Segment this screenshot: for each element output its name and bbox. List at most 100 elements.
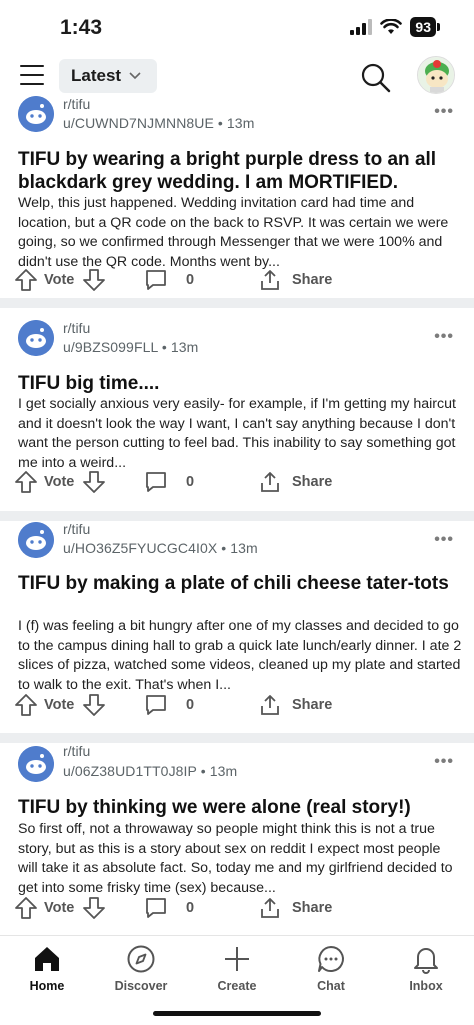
downvote-icon[interactable]	[82, 896, 106, 920]
downvote-icon[interactable]	[82, 470, 106, 494]
subreddit-name[interactable]: r/tifu	[63, 320, 90, 336]
nav-chat-label: Chat	[317, 979, 345, 993]
post-card[interactable]: r/tifu u/HO36Z5FYUCGC4I0X • 13m ••• TIFU…	[0, 521, 474, 733]
post-actions: Vote 0 Share	[0, 893, 474, 923]
post-title[interactable]: TIFU by wearing a bright purple dress to…	[18, 148, 460, 194]
plus-icon	[225, 947, 249, 971]
nav-home-label: Home	[29, 979, 65, 993]
share-label: Share	[292, 697, 333, 713]
post-card[interactable]: r/tifu u/9BZS099FLL • 13m ••• TIFU big t…	[0, 308, 474, 511]
search-icon[interactable]	[360, 62, 392, 94]
comment-icon	[146, 898, 166, 918]
subreddit-icon[interactable]	[18, 96, 54, 132]
bottom-nav: Home Discover Create Chat Inbox	[0, 935, 474, 1025]
post-divider	[0, 298, 474, 308]
upvote-icon[interactable]	[14, 470, 38, 494]
nav-inbox-label: Inbox	[409, 979, 443, 993]
status-bar: 1:43 93	[0, 0, 474, 56]
downvote-icon[interactable]	[82, 268, 106, 292]
comment-count: 0	[186, 697, 195, 713]
post-divider	[0, 733, 474, 743]
comment-icon	[146, 472, 166, 492]
comments-button[interactable]: 0	[144, 467, 194, 497]
post-divider	[0, 511, 474, 521]
feed-sort-label: Latest	[71, 66, 122, 85]
comment-count: 0	[186, 900, 195, 916]
battery-indicator: 93	[410, 17, 440, 37]
share-button[interactable]: Share	[258, 893, 332, 923]
post-card[interactable]: r/tifu u/CUWND7NJMNN8UE • 13m ••• TIFU b…	[0, 96, 474, 298]
comment-icon	[146, 270, 166, 290]
nav-chat[interactable]: Chat	[286, 942, 376, 993]
more-options-icon[interactable]: •••	[434, 103, 454, 121]
feed-sort-dropdown[interactable]: Latest	[59, 59, 157, 93]
downvote-icon[interactable]	[82, 693, 106, 717]
menu-icon[interactable]	[20, 65, 44, 85]
subreddit-name[interactable]: r/tifu	[63, 521, 90, 537]
post-body[interactable]: So first off, not a throwaway so people …	[18, 820, 464, 898]
status-time: 1:43	[60, 16, 103, 39]
post-title[interactable]: TIFU by thinking we were alone (real sto…	[18, 796, 460, 819]
share-label: Share	[292, 900, 333, 916]
share-icon	[261, 472, 279, 492]
nav-create-label: Create	[217, 979, 257, 993]
share-icon	[261, 695, 279, 715]
post-title[interactable]: TIFU big time....	[18, 372, 460, 395]
nav-create[interactable]: Create	[192, 942, 282, 993]
status-icons: 93	[350, 17, 440, 37]
post-meta[interactable]: u/9BZS099FLL • 13m	[63, 339, 198, 355]
app-header: Latest	[0, 56, 474, 98]
share-button[interactable]: Share	[258, 265, 332, 295]
chat-icon	[318, 946, 344, 972]
upvote-icon[interactable]	[14, 268, 38, 292]
subreddit-icon[interactable]	[18, 746, 54, 782]
post-actions: Vote 0 Share	[0, 690, 474, 720]
subreddit-icon[interactable]	[18, 320, 54, 356]
post-card[interactable]: r/tifu u/06Z38UD1TT0J8IP • 13m ••• TIFU …	[0, 743, 474, 935]
more-options-icon[interactable]: •••	[434, 531, 454, 549]
chevron-down-icon	[129, 72, 141, 80]
subreddit-name[interactable]: r/tifu	[63, 96, 90, 112]
post-meta[interactable]: u/HO36Z5FYUCGC4I0X • 13m	[63, 540, 258, 556]
vote-label: Vote	[44, 474, 75, 490]
post-body[interactable]: I (f) was feeling a bit hungry after one…	[18, 617, 464, 695]
post-actions: Vote 0 Share	[0, 467, 474, 497]
home-indicator	[153, 1011, 321, 1016]
more-options-icon[interactable]: •••	[434, 753, 454, 771]
wifi-icon	[380, 19, 403, 34]
post-body[interactable]: Welp, this just happened. Wedding invita…	[18, 194, 464, 272]
post-body[interactable]: I get socially anxious very easily- for …	[18, 395, 464, 473]
share-icon	[261, 898, 279, 918]
share-label: Share	[292, 474, 333, 490]
compass-icon	[127, 945, 155, 973]
nav-discover[interactable]: Discover	[96, 942, 186, 993]
nav-discover-label: Discover	[114, 979, 168, 993]
post-title[interactable]: TIFU by making a plate of chili cheese t…	[18, 572, 460, 595]
vote-label: Vote	[44, 900, 75, 916]
comment-count: 0	[186, 272, 195, 288]
bell-icon	[414, 948, 438, 974]
subreddit-icon[interactable]	[18, 522, 54, 558]
share-icon	[261, 270, 279, 290]
upvote-icon[interactable]	[14, 896, 38, 920]
more-options-icon[interactable]: •••	[434, 328, 454, 346]
upvote-icon[interactable]	[14, 693, 38, 717]
post-actions: Vote 0 Share	[0, 265, 474, 295]
cellular-signal-icon	[350, 19, 373, 35]
subreddit-name[interactable]: r/tifu	[63, 743, 90, 759]
comments-button[interactable]: 0	[144, 265, 194, 295]
comment-icon	[146, 695, 166, 715]
comments-button[interactable]: 0	[144, 690, 194, 720]
post-meta[interactable]: u/CUWND7NJMNN8UE • 13m	[63, 115, 254, 131]
comment-count: 0	[186, 474, 195, 490]
user-avatar[interactable]	[417, 56, 455, 94]
nav-inbox[interactable]: Inbox	[381, 942, 471, 993]
home-icon	[35, 947, 59, 971]
nav-home[interactable]: Home	[2, 942, 92, 993]
comments-button[interactable]: 0	[144, 893, 194, 923]
vote-label: Vote	[44, 697, 75, 713]
post-meta[interactable]: u/06Z38UD1TT0J8IP • 13m	[63, 763, 237, 779]
share-button[interactable]: Share	[258, 467, 332, 497]
share-button[interactable]: Share	[258, 690, 332, 720]
share-label: Share	[292, 272, 333, 288]
